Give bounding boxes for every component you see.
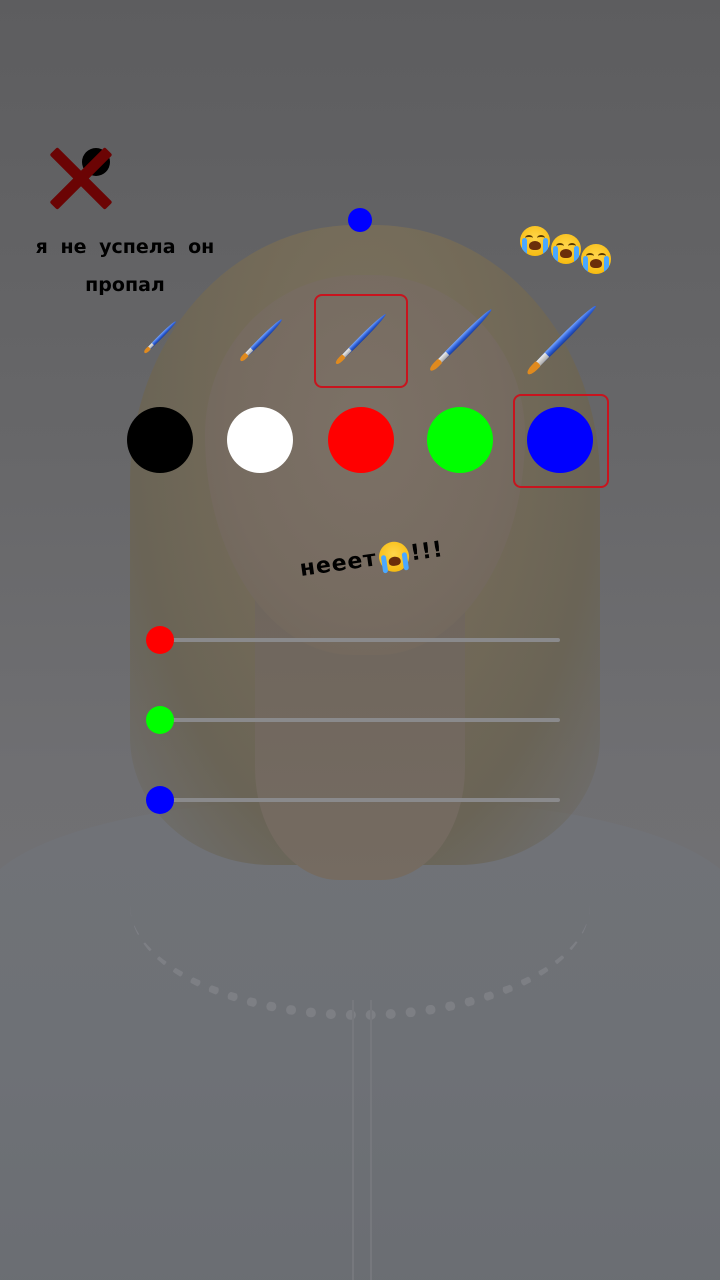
red-slider[interactable] xyxy=(146,625,560,655)
green-slider[interactable] xyxy=(146,705,560,735)
slider-track[interactable] xyxy=(160,718,560,722)
color-swatch-red[interactable] xyxy=(328,407,394,473)
x-icon xyxy=(46,144,114,212)
brush-selection-box xyxy=(314,294,408,388)
color-swatch-blue[interactable] xyxy=(527,407,593,473)
exclaim-tail: !!! xyxy=(408,536,446,567)
slider-track[interactable] xyxy=(160,638,560,642)
slider-knob[interactable] xyxy=(146,786,174,814)
shirt-placket xyxy=(352,1000,372,1280)
crying-face-icon xyxy=(520,226,550,256)
close-button[interactable] xyxy=(44,142,116,214)
crying-face-icon xyxy=(376,539,411,574)
color-swatch-black[interactable] xyxy=(127,407,193,473)
slider-knob[interactable] xyxy=(146,626,174,654)
current-color-dot xyxy=(348,208,372,232)
caption-text: я не успела он пропал xyxy=(35,236,215,296)
slider-knob[interactable] xyxy=(146,706,174,734)
crying-face-icon xyxy=(551,234,581,264)
blue-slider[interactable] xyxy=(146,785,560,815)
crying-emoji-group xyxy=(518,222,618,282)
slider-track[interactable] xyxy=(160,798,560,802)
color-swatch-green[interactable] xyxy=(427,407,493,473)
crying-face-icon xyxy=(581,244,611,274)
color-swatch-white[interactable] xyxy=(227,407,293,473)
